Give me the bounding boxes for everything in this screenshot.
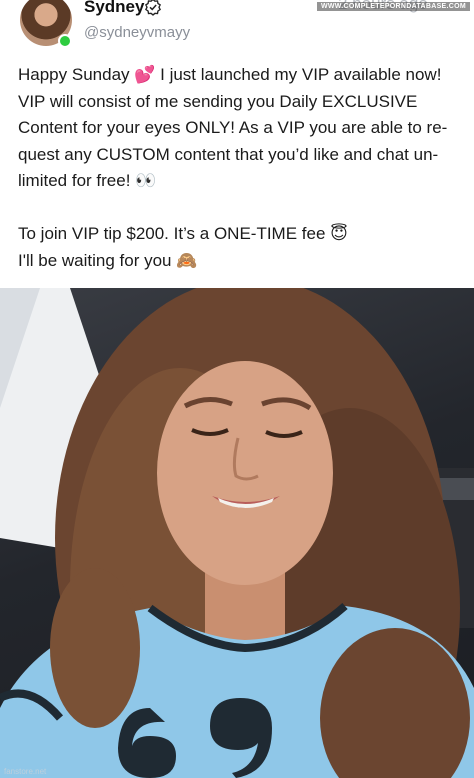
post-header: Sydney @sydneyvmayy 2 hours ago WWW.COMP… [0, 0, 474, 56]
display-name[interactable]: Sydney [84, 0, 144, 17]
post-photo[interactable]: fanstore.net [0, 288, 474, 778]
online-status-dot [58, 34, 72, 48]
post-line: quest any CUSTOM content that you’d like… [18, 144, 439, 164]
post-line: I'll be waiting for you 🙈 [18, 250, 198, 270]
face [157, 361, 333, 585]
selfie-illustration [0, 288, 474, 778]
username[interactable]: @sydneyvmayy [84, 24, 190, 41]
watermark: WWW.COMPLETEPORNDATABASE.COM [316, 2, 470, 11]
post-line: limited for free! 👀 [18, 171, 157, 190]
verified-badge-icon [145, 0, 161, 16]
post-line: VIP will consist of me sending you Daily… [18, 91, 418, 111]
post-line: Happy Sunday 💕 I just launched my VIP av… [18, 65, 442, 84]
hair-front-left [50, 568, 140, 728]
post-body: Happy Sunday 💕 I just launched my VIP av… [18, 62, 458, 274]
photo-caption: fanstore.net [4, 767, 47, 776]
post-line: Content for your eyes ONLY! As a VIP you… [18, 118, 448, 137]
post-line: To join VIP tip $200. It’s a ONE-TIME fe… [18, 224, 348, 243]
